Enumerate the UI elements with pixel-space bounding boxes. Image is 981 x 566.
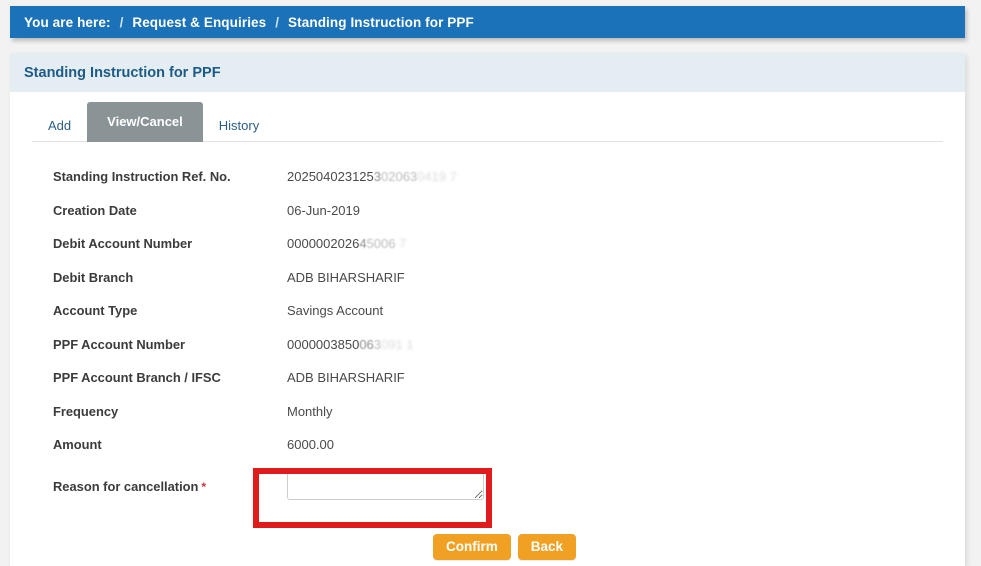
field-label: Debit Branch (53, 269, 134, 285)
field-row-account-type: Account Type Savings Account (10, 294, 965, 328)
field-row-amount: Amount 6000.00 (10, 428, 965, 462)
field-label: Account Type (53, 303, 138, 319)
field-value-account-type: Savings Account (287, 303, 384, 319)
value-faded-part: 3 (373, 336, 382, 352)
field-row-ppf-account-number: PPF Account Number 0000003850063091 1 (10, 328, 965, 362)
field-label: Debit Account Number (53, 236, 193, 252)
breadcrumb-item-standing-instruction[interactable]: Standing Instruction for PPF (288, 15, 474, 30)
value-faded-part: 06 (359, 336, 374, 352)
reason-for-cancellation-input[interactable] (287, 471, 484, 500)
field-label: PPF Account Number (53, 336, 186, 352)
field-value-debit-branch: ADB BIHARSHARIF (287, 269, 405, 285)
value-faded-part: 091 1 (381, 336, 414, 352)
content-panel: Standing Instruction for PPF Add View/Ca… (10, 53, 965, 566)
field-row-creation-date: Creation Date 06-Jun-2019 (10, 194, 965, 228)
field-row-frequency: Frequency Monthly (10, 395, 965, 429)
tab-history[interactable]: History (203, 110, 275, 142)
value-clear-part: 0000003850 (287, 336, 360, 352)
value-faded-part: 4 (359, 236, 367, 252)
field-label: Creation Date (53, 202, 137, 218)
required-asterisk: * (201, 479, 207, 494)
field-label: Amount (53, 437, 102, 453)
field-row-reason-for-cancellation: Reason for cancellation * (10, 462, 965, 528)
field-value-ppf-account-branch-ifsc: ADB BIHARSHARIF (287, 370, 405, 386)
field-value-ppf-account-number: 0000003850063091 1 (287, 337, 414, 352)
value-clear-part: 0000002026 (287, 236, 360, 252)
back-button[interactable]: Back (517, 533, 577, 560)
field-label: Standing Instruction Ref. No. (53, 169, 231, 185)
tab-bar: Add View/Cancel History (10, 92, 965, 142)
standing-instruction-details: Standing Instruction Ref. No. 2025040231… (10, 142, 965, 560)
field-value-debit-account-number: 000000202645006 7 (287, 236, 406, 251)
field-label-reason-for-cancellation: Reason for cancellation * (53, 462, 287, 494)
field-value-creation-date: 06-Jun-2019 (287, 202, 360, 218)
value-clear-part: 202504023125 (287, 169, 374, 185)
field-row-ppf-account-branch-ifsc: PPF Account Branch / IFSC ADB BIHARSHARI… (10, 361, 965, 395)
value-faded-part: 5006 (366, 236, 396, 252)
form-actions: Confirm Back (10, 533, 965, 560)
breadcrumb: You are here: / Request & Enquiries / St… (10, 6, 965, 38)
tab-view-cancel[interactable]: View/Cancel (87, 102, 203, 142)
breadcrumb-prefix: You are here: (24, 14, 111, 30)
field-label: Frequency (53, 403, 119, 419)
breadcrumb-item-request-enquiries[interactable]: Request & Enquiries (132, 15, 266, 30)
field-label-text: Reason for cancellation (53, 478, 199, 494)
page-title: Standing Instruction for PPF (24, 64, 221, 81)
field-value-standing-instruction-ref-no: 2025040231253020630419 7 (287, 169, 457, 184)
field-row-debit-account-number: Debit Account Number 000000202645006 7 (10, 227, 965, 261)
field-label: PPF Account Branch / IFSC (53, 370, 221, 386)
field-value-frequency: Monthly (287, 403, 333, 419)
field-row-standing-instruction-ref-no: Standing Instruction Ref. No. 2025040231… (10, 160, 965, 194)
value-faded-part: 02063 (381, 169, 418, 185)
field-value-amount: 6000.00 (287, 437, 334, 453)
field-row-debit-branch: Debit Branch ADB BIHARSHARIF (10, 261, 965, 295)
value-faded-part: 7 (395, 236, 407, 252)
panel-header: Standing Instruction for PPF (10, 53, 965, 92)
tab-add[interactable]: Add (32, 110, 87, 142)
value-faded-part: 0419 7 (417, 169, 457, 185)
confirm-button[interactable]: Confirm (433, 533, 511, 560)
value-faded-part: 3 (373, 169, 381, 185)
breadcrumb-separator: / (119, 14, 124, 30)
breadcrumb-separator: / (275, 14, 280, 30)
